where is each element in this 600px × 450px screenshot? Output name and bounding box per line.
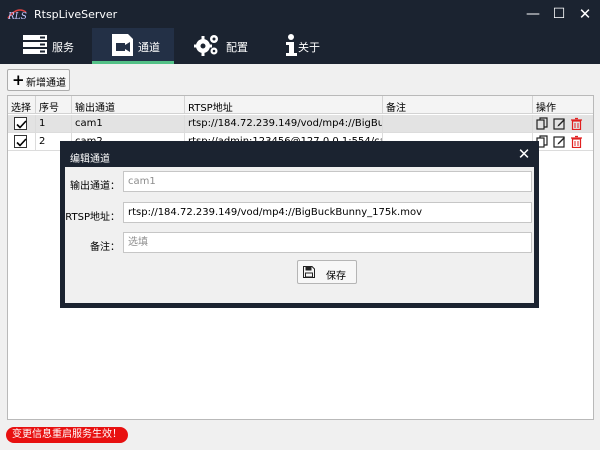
maximize-button[interactable]: ☐ bbox=[548, 4, 570, 24]
nav-item-config[interactable]: 配置 bbox=[182, 28, 268, 64]
dialog-close-button[interactable]: ✕ bbox=[514, 144, 534, 164]
delete-icon[interactable] bbox=[570, 135, 583, 148]
copy-icon[interactable] bbox=[536, 117, 549, 130]
row-checkbox[interactable] bbox=[14, 135, 27, 148]
col-header-note[interactable]: 备注 bbox=[383, 96, 533, 114]
floppy-disk-icon bbox=[303, 266, 315, 278]
row-note[interactable] bbox=[383, 115, 533, 133]
close-window-button[interactable]: ✕ bbox=[574, 4, 596, 24]
nav-label-about: 关于 bbox=[298, 41, 320, 54]
row-channel[interactable]: cam1 bbox=[72, 115, 185, 133]
dialog-title: 编辑通道 bbox=[70, 154, 110, 165]
server-icon bbox=[23, 35, 47, 54]
note-field-label: 备注： bbox=[90, 242, 120, 253]
save-button[interactable]: 保存 bbox=[297, 260, 357, 284]
plus-icon: + bbox=[12, 71, 25, 89]
nav-item-service[interactable]: 服务 bbox=[0, 28, 90, 64]
edit-icon[interactable] bbox=[553, 117, 566, 130]
row-index: 1 bbox=[36, 115, 72, 133]
channel-field-label: 输出通道： bbox=[70, 181, 120, 192]
nav-label-service: 服务 bbox=[52, 41, 74, 54]
add-channel-button[interactable]: + 新增通道 bbox=[7, 69, 70, 91]
delete-icon[interactable] bbox=[570, 117, 583, 130]
edit-channel-dialog: 编辑通道 ✕ 输出通道： cam1 RTSP地址： rtsp://184.72.… bbox=[60, 141, 539, 308]
note-field[interactable]: 选填 bbox=[123, 232, 532, 253]
row-rtsp[interactable]: rtsp://184.72.239.149/vod/mp4://BigBuckB… bbox=[185, 115, 383, 133]
nav-item-channel[interactable]: 通道 bbox=[92, 28, 174, 64]
nav-label-config: 配置 bbox=[226, 41, 248, 54]
logo-text: RLS bbox=[7, 12, 27, 22]
nav-item-about[interactable]: 关于 bbox=[276, 28, 336, 64]
edit-icon[interactable] bbox=[553, 135, 566, 148]
col-header-select[interactable]: 选择 bbox=[8, 96, 36, 114]
status-badge: 变更信息重启服务生效！ bbox=[6, 427, 128, 443]
rtsp-field-label: RTSP地址： bbox=[65, 212, 120, 223]
main-nav: 服务 通道 配置 关于 bbox=[0, 28, 600, 64]
gears-icon bbox=[194, 35, 218, 56]
app-logo: RLS bbox=[7, 9, 27, 22]
table-row[interactable]: 1 cam1 rtsp://184.72.239.149/vod/mp4://B… bbox=[8, 115, 593, 133]
check-icon bbox=[16, 138, 27, 147]
col-header-index[interactable]: 序号 bbox=[36, 96, 72, 114]
check-icon bbox=[16, 120, 27, 129]
title-bar: RLS RtspLiveServer — ☐ ✕ bbox=[0, 0, 600, 28]
col-header-actions[interactable]: 操作 bbox=[533, 96, 593, 114]
channel-field[interactable]: cam1 bbox=[123, 171, 532, 192]
row-checkbox[interactable] bbox=[14, 117, 27, 130]
video-camera-icon bbox=[112, 34, 133, 56]
minimize-button[interactable]: — bbox=[522, 4, 544, 24]
nav-label-channel: 通道 bbox=[138, 41, 160, 54]
dialog-body: 输出通道： cam1 RTSP地址： rtsp://184.72.239.149… bbox=[65, 167, 534, 303]
col-header-rtsp[interactable]: RTSP地址 bbox=[185, 96, 383, 114]
save-label: 保存 bbox=[326, 271, 346, 282]
app-title: RtspLiveServer bbox=[34, 8, 118, 21]
rtsp-field[interactable]: rtsp://184.72.239.149/vod/mp4://BigBuckB… bbox=[123, 202, 532, 223]
col-header-channel[interactable]: 输出通道 bbox=[72, 96, 185, 114]
add-channel-label: 新增通道 bbox=[26, 78, 66, 89]
